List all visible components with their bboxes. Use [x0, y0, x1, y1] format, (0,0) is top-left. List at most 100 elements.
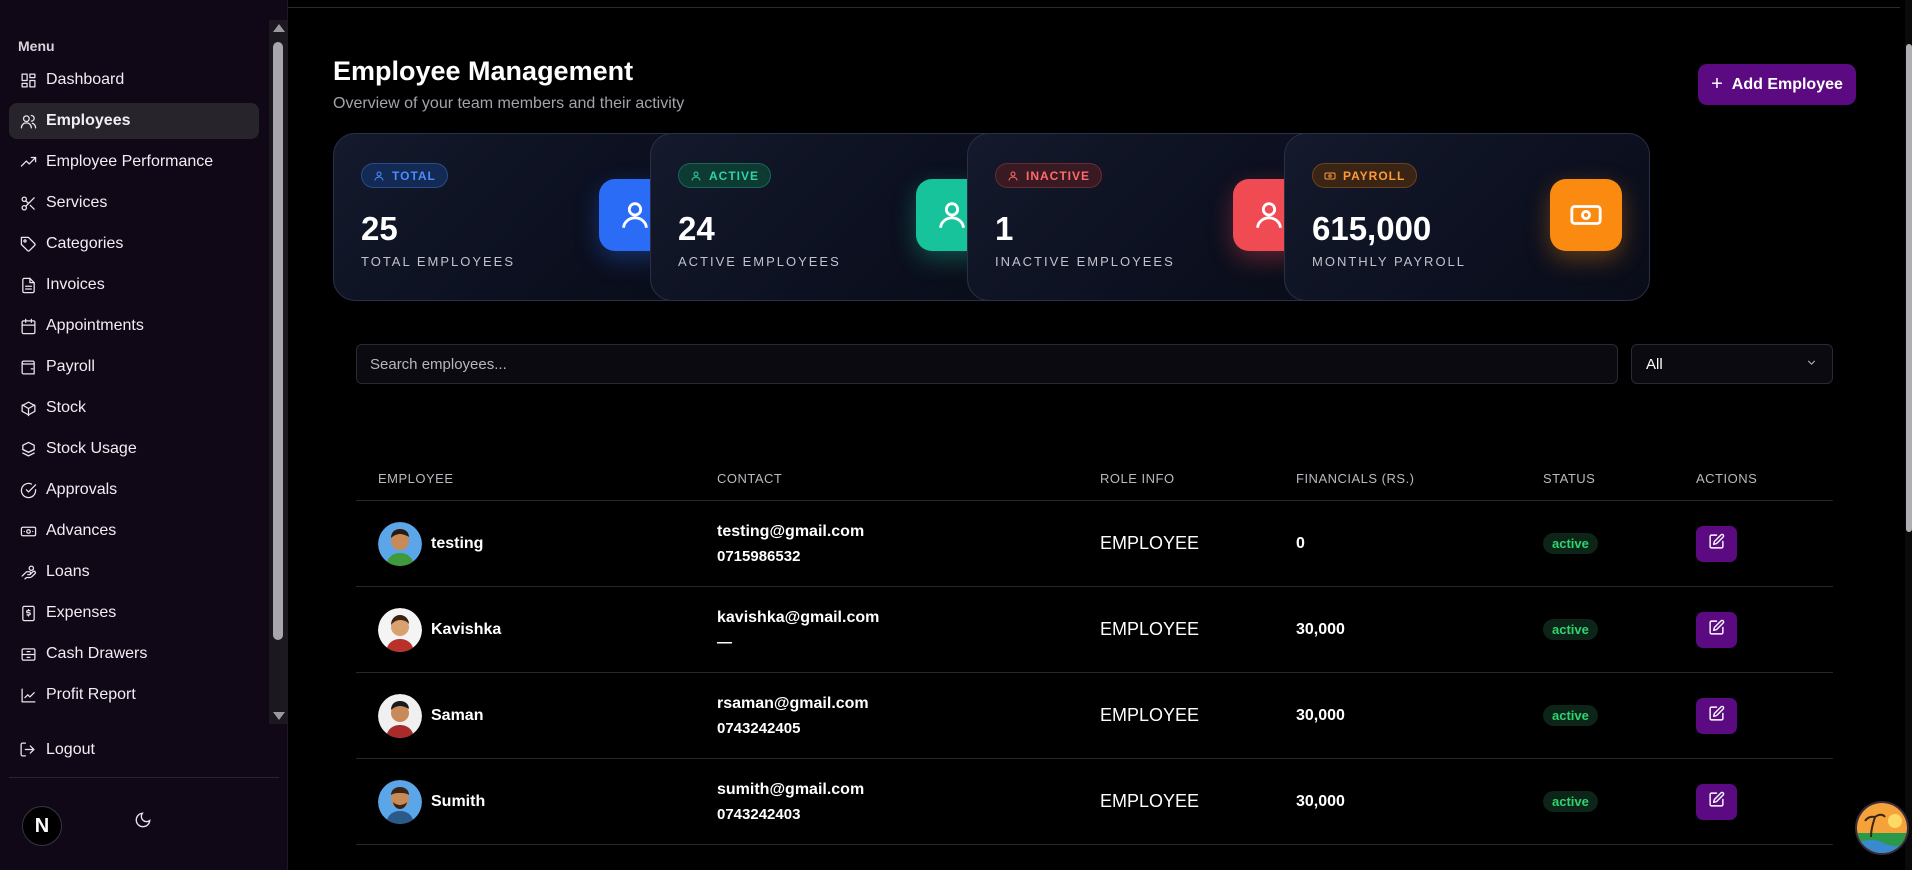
user-icon	[690, 170, 702, 182]
status-badge: active	[1543, 791, 1598, 812]
scroll-down-icon[interactable]	[273, 712, 285, 720]
sidebar-item-invoices[interactable]: Invoices	[9, 267, 259, 303]
scroll-up-icon[interactable]	[273, 24, 285, 32]
stat-card-payroll: PAYROLL 615,000 MONTHLY PAYROLL	[1284, 133, 1650, 301]
employee-phone: —	[717, 633, 732, 651]
sidebar-item-approvals[interactable]: Approvals	[9, 472, 259, 508]
table-row: Saman rsaman@gmail.com 0743242405 EMPLOY…	[356, 673, 1833, 759]
chevron-down-icon	[1805, 356, 1818, 373]
sidebar-scroll-thumb[interactable]	[273, 42, 283, 640]
sidebar-nav: Menu Dashboard Employees Employee Perfor…	[0, 20, 268, 724]
sidebar-scrollbar[interactable]	[269, 20, 287, 724]
assistant-avatar-icon[interactable]	[1855, 801, 1909, 855]
table-row: Sumith sumith@gmail.com 0743242403 EMPLO…	[356, 759, 1833, 845]
edit-button[interactable]	[1696, 611, 1737, 648]
employee-financials: 0	[1296, 534, 1305, 552]
sidebar-item-label: Approvals	[46, 481, 118, 498]
edit-icon	[1708, 533, 1725, 555]
avatar[interactable]	[378, 607, 422, 652]
edit-button[interactable]	[1696, 525, 1737, 562]
sidebar-item-stock-usage[interactable]: Stock Usage	[9, 431, 259, 467]
sidebar-item-stock[interactable]: Stock	[9, 390, 259, 426]
sidebar-item-label: Stock	[46, 399, 87, 416]
status-filter-select[interactable]: All	[1631, 344, 1833, 384]
users-icon	[19, 112, 37, 130]
app-root: Menu Dashboard Employees Employee Perfor…	[0, 0, 1912, 870]
edit-icon	[1708, 791, 1725, 813]
sidebar-item-employee-performance[interactable]: Employee Performance	[9, 144, 259, 180]
page-scroll-thumb[interactable]	[1906, 44, 1912, 532]
stat-label-total: TOTAL EMPLOYEES	[361, 254, 516, 269]
employee-email: rsaman@gmail.com	[717, 694, 869, 712]
employee-cell: Saman	[356, 693, 695, 738]
edit-icon	[1708, 619, 1725, 641]
column-header-contact: CONTACT	[717, 470, 783, 486]
boxes-icon	[19, 440, 37, 458]
sidebar-item-employees[interactable]: Employees	[9, 103, 259, 139]
column-header-role: ROLE INFO	[1100, 470, 1175, 486]
sidebar-item-label: Payroll	[46, 358, 95, 375]
sidebar-item-dashboard[interactable]: Dashboard	[9, 62, 259, 98]
menu-title: Menu	[18, 38, 55, 54]
sidebar-item-loans[interactable]: Loans	[9, 554, 259, 590]
table-header: EMPLOYEE CONTACT ROLE INFO FINANCIALS (R…	[356, 456, 1833, 501]
stat-card-active: ACTIVE 24 ACTIVE EMPLOYEES	[650, 133, 1016, 301]
employee-name: Sumith	[431, 792, 486, 810]
employee-name: testing	[431, 534, 484, 552]
stat-pill-inactive: INACTIVE	[995, 163, 1103, 188]
sidebar-item-advances[interactable]: Advances	[9, 513, 259, 549]
page-scrollbar[interactable]	[1905, 0, 1912, 870]
file-icon	[19, 276, 37, 294]
theme-toggle-moon-icon[interactable]	[134, 811, 154, 831]
status-badge: active	[1543, 705, 1598, 726]
avatar[interactable]	[378, 779, 422, 824]
employee-role: EMPLOYEE	[1100, 705, 1200, 725]
add-employee-label: Add Employee	[1731, 75, 1843, 93]
sidebar-item-appointments[interactable]: Appointments	[9, 308, 259, 344]
add-employee-button[interactable]: + Add Employee	[1698, 64, 1856, 105]
column-header-employee: EMPLOYEE	[378, 470, 454, 486]
edit-button[interactable]	[1696, 783, 1737, 820]
employee-phone: 0743242405	[717, 719, 801, 737]
employee-phone: 0743242403	[717, 805, 801, 823]
sidebar-item-label: Services	[46, 194, 108, 211]
box-icon	[19, 399, 37, 417]
edit-button[interactable]	[1696, 697, 1737, 734]
sidebar-item-categories[interactable]: Categories	[9, 226, 259, 262]
stat-pill-label: INACTIVE	[1026, 168, 1091, 183]
stat-label-payroll: MONTHLY PAYROLL	[1312, 254, 1467, 269]
sidebar-item-payroll[interactable]: Payroll	[9, 349, 259, 385]
employee-cell: Kavishka	[356, 607, 695, 652]
calendar-icon	[19, 317, 37, 335]
drawer-icon	[19, 645, 37, 663]
status-badge: active	[1543, 533, 1598, 554]
search-input[interactable]	[356, 344, 1618, 384]
logout-icon	[19, 741, 37, 759]
sidebar-item-cash-drawers[interactable]: Cash Drawers	[9, 636, 259, 672]
employee-financials: 30,000	[1296, 792, 1345, 810]
avatar[interactable]	[378, 521, 422, 566]
tag-icon	[19, 235, 37, 253]
status-cell: active	[1521, 791, 1674, 812]
actions-cell	[1674, 783, 1833, 820]
scissors-icon	[19, 194, 37, 212]
stat-label-active: ACTIVE EMPLOYEES	[678, 254, 841, 269]
sidebar-item-services[interactable]: Services	[9, 185, 259, 221]
main-content: Employee Management Overview of your tea…	[288, 0, 1912, 870]
contact-cell: rsaman@gmail.com 0743242405	[695, 694, 1078, 738]
handcoins-icon	[19, 563, 37, 581]
sidebar-item-expenses[interactable]: Expenses	[9, 595, 259, 631]
logout-button[interactable]: Logout	[9, 732, 259, 768]
stat-value-active: 24	[678, 210, 715, 247]
avatar[interactable]	[378, 693, 422, 738]
employee-cell: Sumith	[356, 779, 695, 824]
stat-card-inactive: INACTIVE 1 INACTIVE EMPLOYEES	[967, 133, 1333, 301]
table-row: Kavishka kavishka@gmail.com — EMPLOYEE 3…	[356, 587, 1833, 673]
sidebar-item-profit-report[interactable]: Profit Report	[9, 677, 259, 713]
actions-cell	[1674, 697, 1833, 734]
contact-cell: testing@gmail.com 0715986532	[695, 522, 1078, 566]
contact-cell: sumith@gmail.com 0743242403	[695, 780, 1078, 824]
brand-letter: N	[34, 814, 50, 837]
wallet-icon	[19, 358, 37, 376]
brand-badge[interactable]: N	[22, 806, 62, 846]
